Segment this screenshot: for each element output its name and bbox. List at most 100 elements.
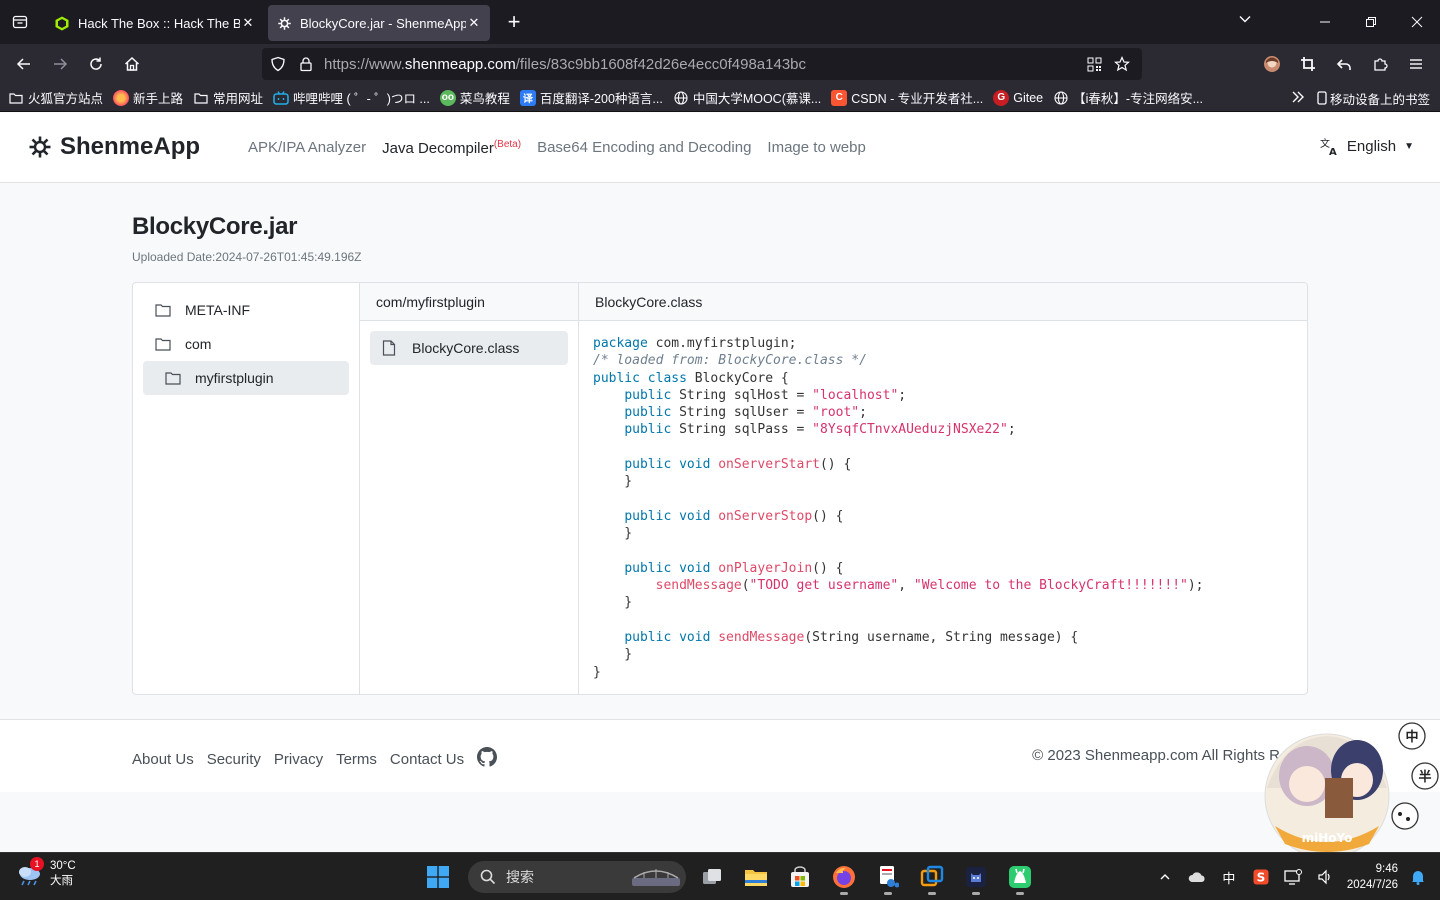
tree-item-com[interactable]: com [143,327,349,361]
undo-arrow-icon[interactable] [1326,48,1362,80]
restore-button[interactable] [1348,0,1394,44]
mobile-bookmarks[interactable]: 移动设备上的书签 [1317,89,1430,108]
weather-widget[interactable]: 1 30°C 大雨 [16,857,76,889]
nav-java-decompiler[interactable]: Java Decompiler(Beta) [382,139,521,157]
bookmark-item[interactable]: 新手上路 [113,88,183,107]
close-icon[interactable]: ✕ [466,15,482,31]
bookmark-item[interactable]: C CSDN - 专业开发者社... [831,88,983,107]
network-icon[interactable] [1277,869,1309,885]
file-explorer-button[interactable] [736,859,776,895]
code-line: public String sqlUser = "root"; [593,404,1204,421]
microsoft-store-button[interactable] [780,859,820,895]
snipping-tool-button[interactable] [868,859,908,895]
footer-link-about[interactable]: About Us [132,751,194,768]
footer-link-privacy[interactable]: Privacy [274,751,323,768]
screenshot-crop-icon[interactable] [1290,48,1326,80]
chevron-up-icon[interactable] [1149,871,1181,883]
close-window-button[interactable] [1394,0,1440,44]
menu-hamburger-icon[interactable] [1398,48,1434,80]
reload-button[interactable] [78,48,114,80]
folder-icon [165,370,181,386]
code-token: String sqlUser = [671,405,813,421]
vmware-button[interactable] [912,859,952,895]
github-icon[interactable] [477,747,498,772]
code-token: public class [593,370,687,386]
running-indicator [1016,892,1024,895]
ime-indicator[interactable]: 中 [1213,868,1245,887]
account-avatar-icon[interactable] [1254,48,1290,80]
volume-icon[interactable] [1309,869,1341,885]
system-clock[interactable]: 9:46 2024/7/26 [1347,861,1398,893]
tab-list-icon [12,15,28,29]
file-icon [382,340,398,356]
code-line: public class BlockyCore { [593,370,1204,387]
notification-bell-icon[interactable] [1406,869,1430,885]
code-token: "localhost" [812,387,899,403]
code-token: "root" [812,405,860,421]
nav-image-to-webp[interactable]: Image to webp [767,139,865,157]
code-token: /* loaded from: BlockyCore.class */ [593,353,867,369]
firefox-taskbar-button[interactable] [824,859,864,895]
green-app-button[interactable] [1000,859,1040,895]
arrow-right-icon [54,58,68,70]
home-button[interactable] [114,48,150,80]
package-path-header: com/myfirstplugin [360,283,578,321]
bookmark-item[interactable]: 中国大学MOOC(慕课... [673,88,821,107]
task-view-button[interactable] [692,859,732,895]
forward-button[interactable] [42,48,78,80]
decompiled-source-code[interactable]: package com.myfirstplugin;/* loaded from… [593,335,1204,681]
chevron-double-right-icon[interactable] [1291,90,1305,107]
footer-link-security[interactable]: Security [207,751,261,768]
url-domain: shenmeapp.com [404,55,516,73]
bookmark-item[interactable]: 火狐官方站点 [8,88,103,107]
taskbar-search[interactable]: 搜索 [468,861,686,893]
brand-logo[interactable]: ShenmeApp [28,133,200,161]
tree-item-meta-inf[interactable]: META-INF [143,293,349,327]
footer-link-contact[interactable]: Contact Us [390,751,464,768]
onedrive-cloud-icon[interactable] [1181,871,1213,883]
caret-down-icon: ▼ [1404,140,1414,152]
extensions-puzzle-icon[interactable] [1362,48,1398,80]
new-tab-button[interactable]: + [496,4,532,40]
tab-shenmeapp[interactable]: BlockyCore.jar - ShenmeApp ✕ [268,5,490,41]
code-token: ; [898,387,907,403]
nav-base64[interactable]: Base64 Encoding and Decoding [537,139,751,157]
code-token: String sqlHost = [671,387,813,403]
language-selector[interactable]: 文A English ▼ [1319,136,1414,156]
windows-start-button[interactable] [418,859,458,895]
tree-item-myfirstplugin[interactable]: myfirstplugin [143,361,349,395]
bookmark-item[interactable]: 常用网址 [193,88,263,107]
back-button[interactable] [6,48,42,80]
chevron-down-icon[interactable] [1238,12,1252,31]
close-icon[interactable]: ✕ [240,15,256,31]
tab-list-button[interactable] [0,0,40,44]
nav-apk-analyzer[interactable]: APK/IPA Analyzer [248,139,366,157]
url-bar[interactable]: https://www.shenmeapp.com/files/83c9bb16… [262,48,1142,80]
sogou-input-icon[interactable]: S [1245,869,1277,885]
lock-icon[interactable] [292,48,320,80]
minimize-button[interactable] [1302,0,1348,44]
mascot-widget[interactable]: miHoYo 中 半 [1245,718,1440,859]
bookmark-item[interactable]: 译 百度翻译-200种语言... [519,88,663,107]
footer-link-terms[interactable]: Terms [336,751,377,768]
code-line: } [593,664,1204,681]
code-line: public void onPlayerJoin() { [593,560,1204,577]
running-indicator [972,892,980,895]
class-file-item[interactable]: BlockyCore.class [370,331,568,365]
bookmark-item[interactable]: G Gitee [993,89,1043,106]
shield-icon[interactable] [264,48,292,80]
tab-hackthebox[interactable]: Hack The Box :: Hack The Box ✕ [46,5,264,41]
package-tree: META-INF com myfirstplugin [133,283,360,694]
code-token: } [593,664,601,680]
bookmark-label: 百度翻译-200种语言... [539,92,663,106]
bookmark-item[interactable]: 【i春秋】-专注网络安... [1053,88,1203,107]
code-token: public void [624,560,711,576]
kali-terminal-button[interactable] [956,859,996,895]
bookmark-item[interactable]: oo 菜鸟教程 [439,88,510,107]
bookmark-item[interactable]: 哔哩哔哩 ( ゜- ゜)つロ ... [273,88,430,107]
bookmark-star-icon[interactable] [1108,48,1136,80]
qr-code-icon[interactable] [1080,48,1108,80]
url-text[interactable]: https://www.shenmeapp.com/files/83c9bb16… [324,56,806,73]
browser-tab-bar: Hack The Box :: Hack The Box ✕ BlockyCor… [0,0,1440,44]
